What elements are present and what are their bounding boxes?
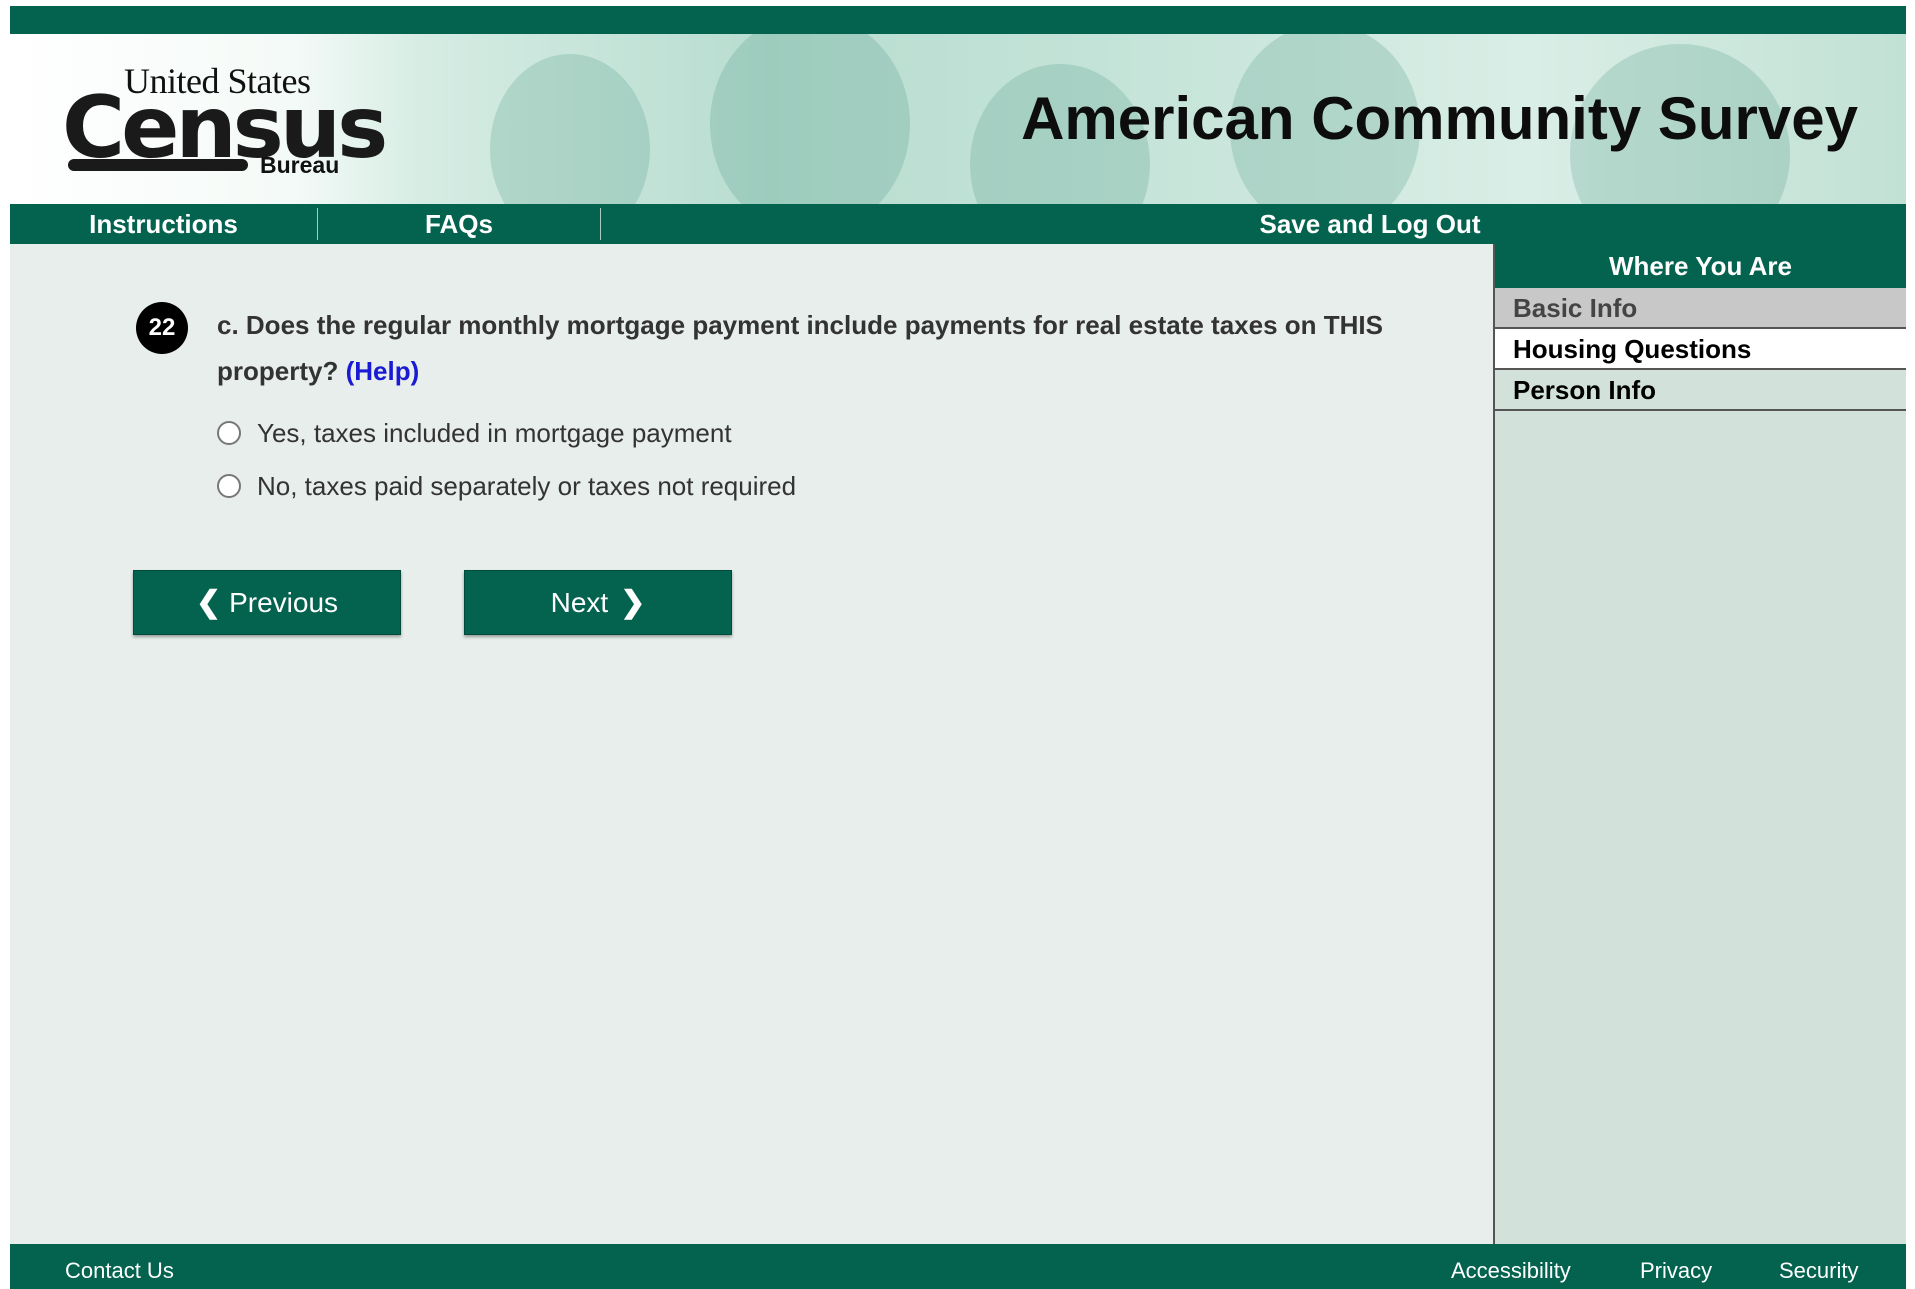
chevron-left-icon: ❮ xyxy=(195,586,222,619)
next-button-label: Next xyxy=(550,586,609,618)
nav-instructions[interactable]: Instructions xyxy=(10,204,317,244)
footer: Contact Us Accessibility Privacy Securit… xyxy=(10,1244,1906,1289)
question-number-badge: 22 xyxy=(136,302,188,354)
next-button[interactable]: Next ❯ xyxy=(464,570,732,635)
chevron-right-icon: ❯ xyxy=(620,586,646,619)
page-frame: United States Census Bureau American Com… xyxy=(10,6,1906,1289)
option-label: No, taxes paid separately or taxes not r… xyxy=(257,470,797,501)
option-label: Yes, taxes included in mortgage payment xyxy=(257,417,732,448)
sidebar-item-person-info[interactable]: Person Info xyxy=(1495,370,1906,411)
logo-bureau-text: Bureau xyxy=(260,152,340,178)
radio-button[interactable] xyxy=(217,421,241,445)
previous-button-label: Previous xyxy=(229,586,339,618)
question-text: c. Does the regular monthly mortgage pay… xyxy=(217,302,1397,394)
help-link[interactable]: (Help) xyxy=(346,356,420,386)
previous-button[interactable]: ❮ Previous xyxy=(133,570,401,635)
survey-title: American Community Survey xyxy=(1021,85,1858,152)
header-banner: United States Census Bureau American Com… xyxy=(10,34,1906,204)
top-stripe xyxy=(10,6,1906,34)
footer-accessibility-link[interactable]: Accessibility xyxy=(1451,1258,1571,1284)
footer-privacy-link[interactable]: Privacy xyxy=(1640,1258,1712,1284)
option-yes-taxes-included[interactable]: Yes, taxes included in mortgage payment xyxy=(217,416,732,450)
logo-underline xyxy=(68,159,248,171)
banner-photo-shape xyxy=(490,54,650,204)
sidebar-item-housing-questions[interactable]: Housing Questions xyxy=(1495,329,1906,370)
sidebar-item-basic-info[interactable]: Basic Info xyxy=(1495,288,1906,329)
banner-photo-shape xyxy=(710,34,910,204)
footer-security-link[interactable]: Security xyxy=(1779,1258,1858,1284)
nav-save-and-log-out[interactable]: Save and Log Out xyxy=(1190,204,1550,244)
main-nav: Instructions FAQs Save and Log Out xyxy=(10,204,1906,244)
option-no-taxes-separate[interactable]: No, taxes paid separately or taxes not r… xyxy=(217,469,796,503)
nav-divider xyxy=(600,208,601,240)
census-bureau-logo[interactable]: United States Census Bureau xyxy=(62,56,388,181)
radio-button[interactable] xyxy=(217,474,241,498)
nav-faqs[interactable]: FAQs xyxy=(318,204,600,244)
where-you-are-heading: Where You Are xyxy=(1495,244,1906,288)
where-you-are-panel: Where You Are Basic Info Housing Questio… xyxy=(1493,244,1906,1244)
footer-contact-us-link[interactable]: Contact Us xyxy=(65,1258,174,1284)
